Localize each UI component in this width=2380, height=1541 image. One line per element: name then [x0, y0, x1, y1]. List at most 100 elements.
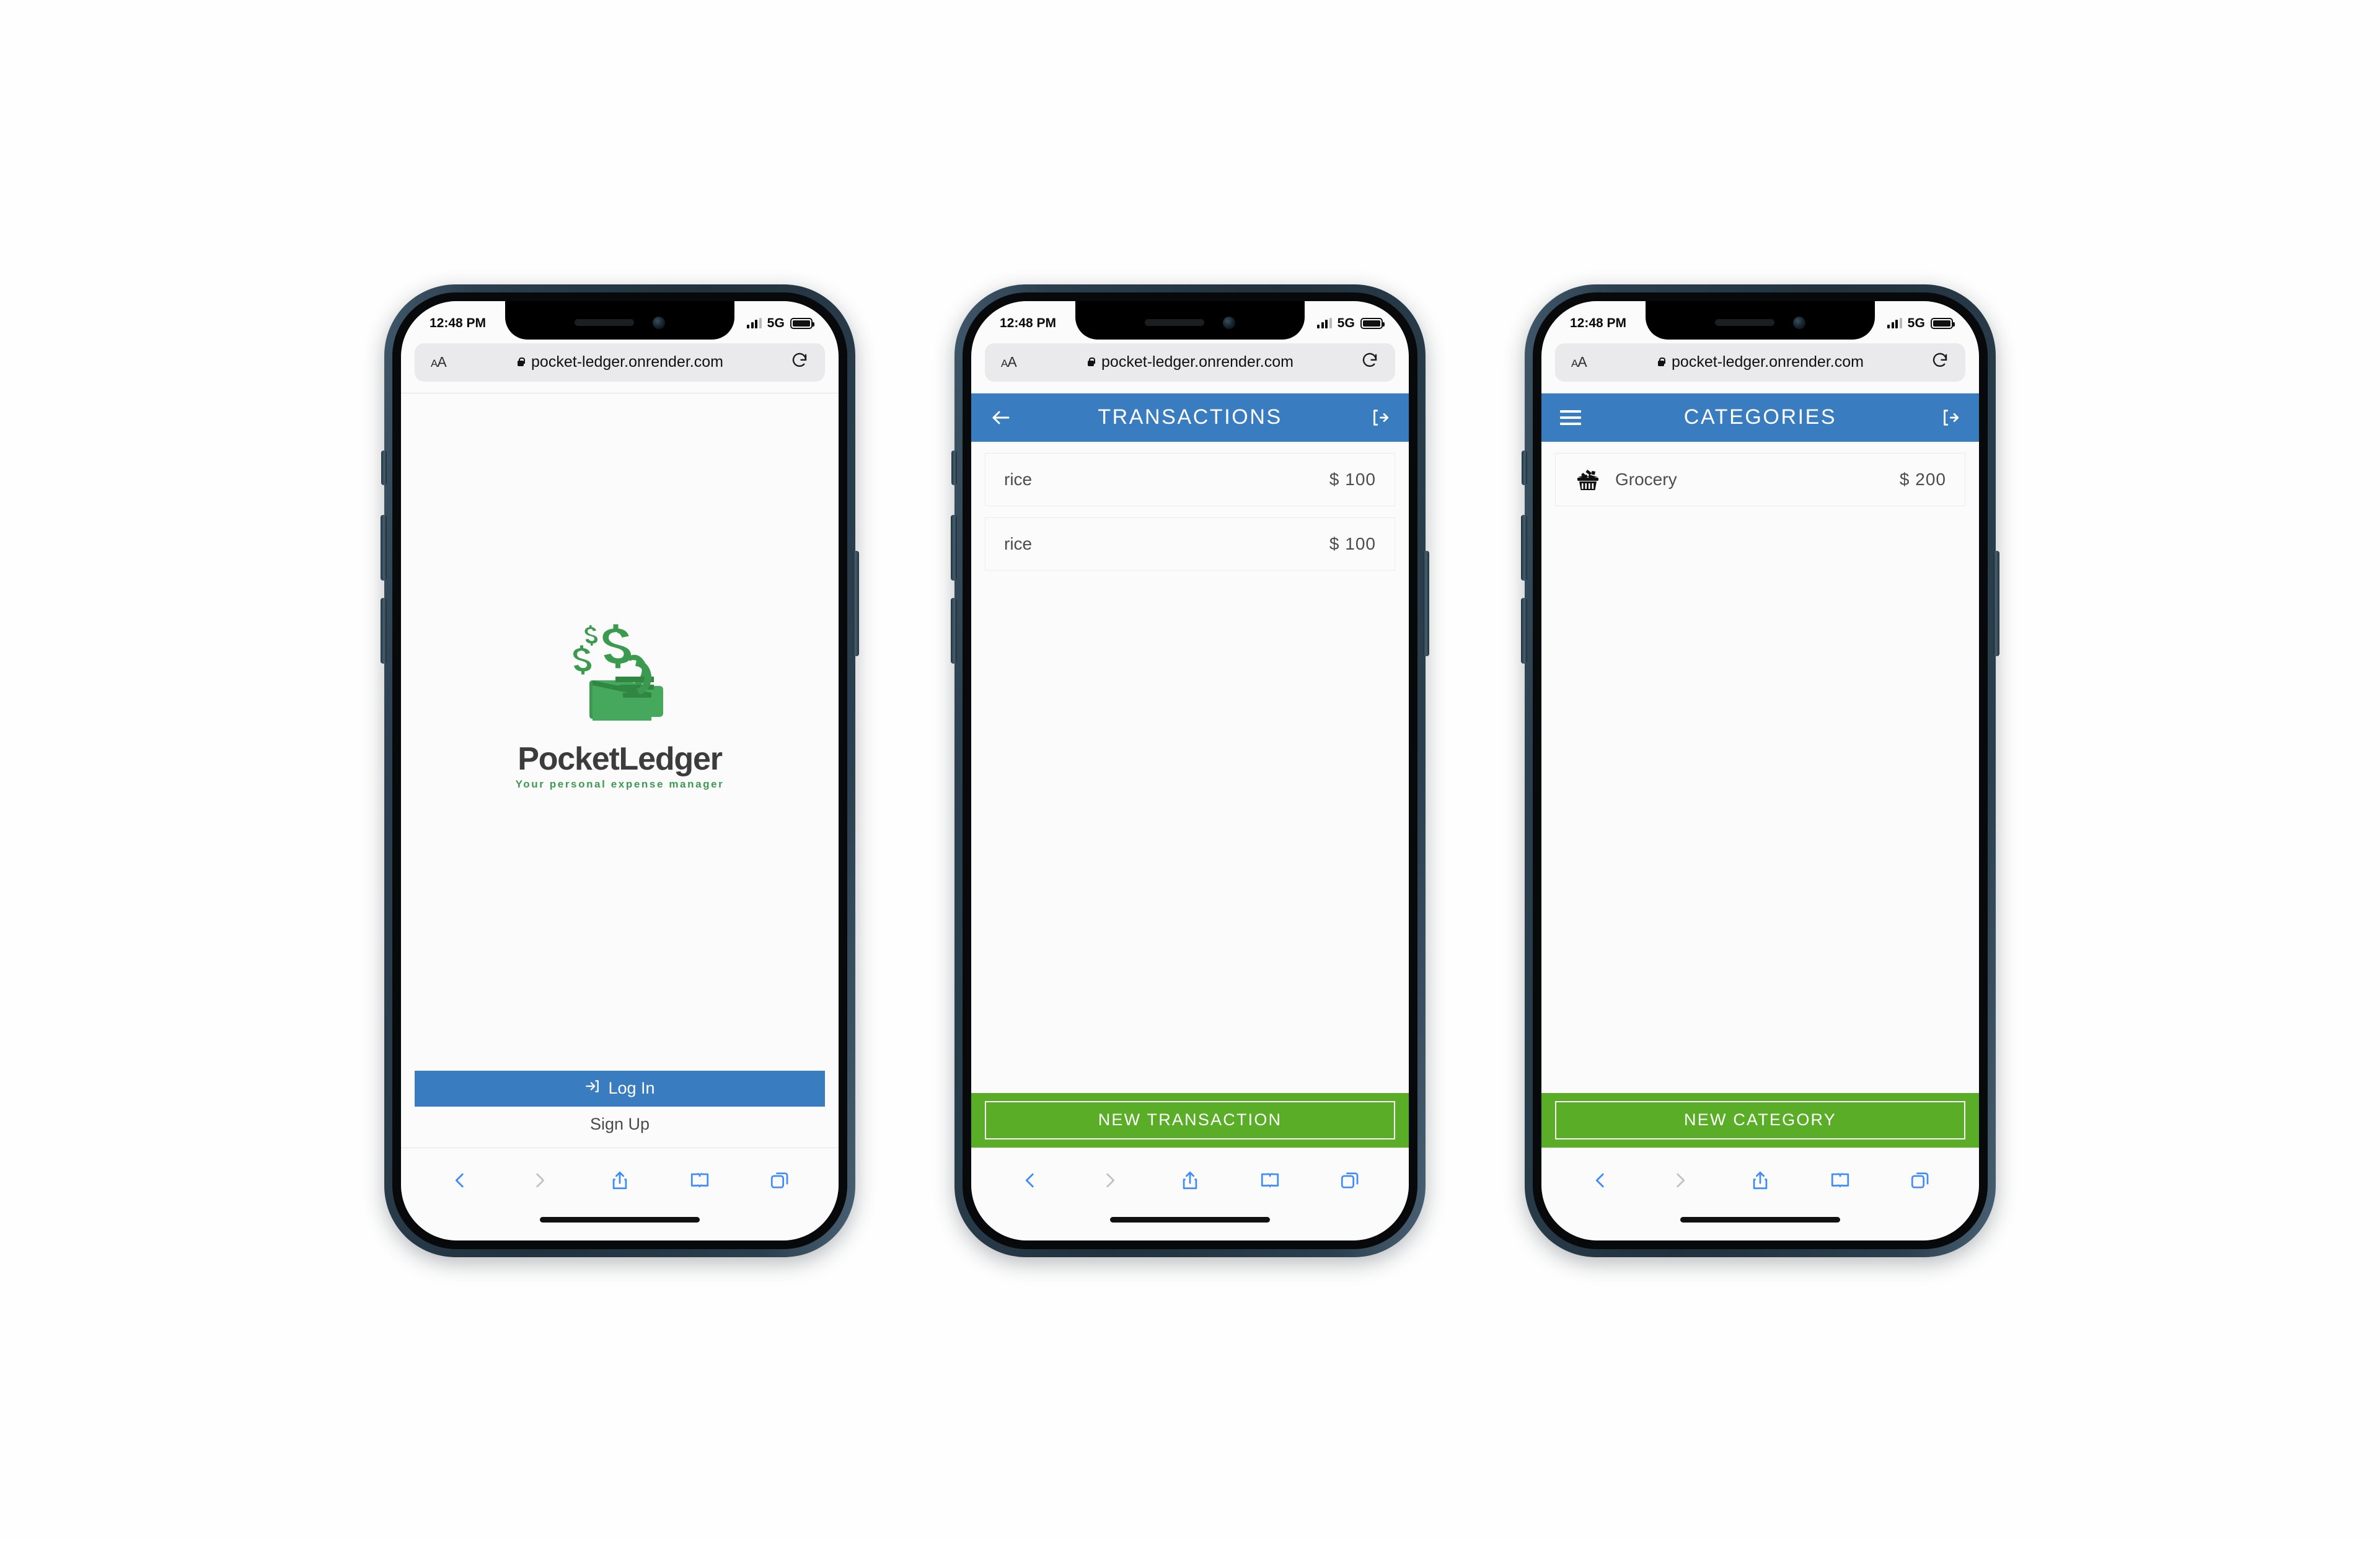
- power-button[interactable]: [853, 550, 859, 656]
- share-icon[interactable]: [1750, 1170, 1771, 1191]
- front-camera-icon: [653, 316, 665, 329]
- page-title: CATEGORIES: [1683, 405, 1837, 429]
- front-camera-icon: [1223, 316, 1235, 329]
- text-size-aa-icon[interactable]: AA: [1001, 354, 1017, 371]
- log-in-button[interactable]: Log In: [415, 1070, 825, 1107]
- address-bar-1[interactable]: AA pocket-ledger.onrender.com: [415, 343, 825, 382]
- silent-switch[interactable]: [1522, 450, 1527, 485]
- browser-back-button[interactable]: [449, 1170, 470, 1191]
- share-icon[interactable]: [1179, 1170, 1201, 1191]
- auth-actions: Log In Sign Up: [401, 1070, 839, 1148]
- brand-tagline: Your personal expense manager: [515, 778, 725, 790]
- brand-name: PocketLedger: [518, 741, 723, 777]
- phone-bezel-2: 12:48 PM 5G AA pocket-ledger.onrender.co…: [963, 292, 1417, 1249]
- safari-toolbar-3: [1541, 1147, 1979, 1213]
- status-indicators: 5G: [747, 315, 814, 331]
- status-time: 12:48 PM: [1000, 315, 1057, 330]
- signal-bars-icon: [1317, 318, 1332, 328]
- status-time: 12:48 PM: [1570, 315, 1627, 330]
- text-size-aa-icon[interactable]: AA: [1571, 354, 1587, 371]
- phone-screen-3: 12:48 PM 5G AA pocket-ledger.onrender.co…: [1541, 301, 1979, 1240]
- tabs-icon[interactable]: [769, 1170, 790, 1191]
- reload-icon[interactable]: [790, 351, 809, 373]
- signal-bars-icon: [747, 318, 762, 328]
- lock-icon: [1086, 357, 1095, 367]
- address-bar-2[interactable]: AA pocket-ledger.onrender.com: [985, 343, 1395, 382]
- status-indicators: 5G: [1317, 316, 1385, 331]
- log-in-label: Log In: [608, 1079, 655, 1097]
- notch: [1075, 301, 1305, 340]
- volume-down-button[interactable]: [951, 597, 957, 664]
- home-indicator-2: [971, 1213, 1409, 1240]
- transaction-amount: $ 100: [1329, 469, 1376, 489]
- volume-down-button[interactable]: [1521, 597, 1527, 664]
- bookmarks-book-icon[interactable]: [1259, 1170, 1280, 1191]
- volume-up-button[interactable]: [1521, 514, 1527, 581]
- browser-forward-button[interactable]: [529, 1170, 550, 1191]
- transaction-label: rice: [1004, 469, 1033, 489]
- home-indicator-3: [1541, 1213, 1979, 1240]
- hamburger-menu-icon[interactable]: [1560, 410, 1581, 425]
- power-button[interactable]: [1993, 550, 1999, 656]
- page-content-3: CATEGORIES Grocery $ 200 NEW CATEGORY: [1541, 393, 1979, 1148]
- browser-back-button[interactable]: [1020, 1170, 1041, 1191]
- sign-up-link[interactable]: Sign Up: [415, 1115, 825, 1134]
- share-icon[interactable]: [609, 1170, 630, 1191]
- page-content-1: PocketLedger Your personal expense manag…: [401, 393, 839, 1148]
- url-bar-container-3: AA pocket-ledger.onrender.com: [1541, 339, 1979, 393]
- new-transaction-button[interactable]: NEW TRANSACTION: [985, 1100, 1395, 1139]
- transaction-label: rice: [1004, 533, 1033, 553]
- volume-up-button[interactable]: [381, 514, 387, 581]
- new-transaction-band: NEW TRANSACTION: [971, 1092, 1409, 1148]
- table-row[interactable]: rice $ 100: [985, 452, 1395, 506]
- reload-icon[interactable]: [1360, 351, 1379, 373]
- url-text: pocket-ledger.onrender.com: [531, 353, 723, 371]
- bookmarks-book-icon[interactable]: [689, 1170, 710, 1191]
- phone-screen-2: 12:48 PM 5G AA pocket-ledger.onrender.co…: [971, 301, 1409, 1240]
- browser-forward-button[interactable]: [1100, 1170, 1121, 1191]
- table-row[interactable]: Grocery $ 200: [1555, 452, 1965, 506]
- power-button[interactable]: [1423, 550, 1429, 656]
- category-amount: $ 200: [1899, 469, 1946, 489]
- safari-toolbar-1: [401, 1147, 839, 1213]
- silent-switch[interactable]: [381, 450, 387, 485]
- tabs-icon[interactable]: [1339, 1170, 1360, 1191]
- address-bar-3[interactable]: AA pocket-ledger.onrender.com: [1555, 343, 1965, 382]
- browser-forward-button[interactable]: [1670, 1170, 1691, 1191]
- url-display-3: pocket-ledger.onrender.com: [1555, 353, 1965, 371]
- new-category-button[interactable]: NEW CATEGORY: [1555, 1100, 1965, 1139]
- phone-device-3: 12:48 PM 5G AA pocket-ledger.onrender.co…: [1521, 284, 1999, 1257]
- category-label: Grocery: [1615, 469, 1677, 489]
- logout-icon[interactable]: [1939, 407, 1960, 428]
- url-bar-container-1: AA pocket-ledger.onrender.com: [401, 339, 839, 393]
- text-size-aa-icon[interactable]: AA: [431, 354, 447, 371]
- volume-down-button[interactable]: [381, 597, 387, 664]
- sign-in-icon: [584, 1078, 601, 1099]
- browser-back-button[interactable]: [1590, 1170, 1611, 1191]
- battery-full-icon: [1360, 317, 1385, 329]
- shopping-basket-icon: [1574, 466, 1602, 493]
- phone-device-1: 12:48 PM 5G AA pocket-ledger.onrender.co…: [381, 284, 859, 1257]
- volume-up-button[interactable]: [951, 514, 957, 581]
- arrow-left-icon[interactable]: [990, 406, 1012, 429]
- phone-bezel-1: 12:48 PM 5G AA pocket-ledger.onrender.co…: [392, 292, 847, 1249]
- url-text: pocket-ledger.onrender.com: [1101, 353, 1294, 371]
- silent-switch[interactable]: [951, 450, 957, 485]
- speaker-grille-icon: [1715, 319, 1774, 326]
- front-camera-icon: [1793, 316, 1805, 329]
- reload-icon[interactable]: [1931, 351, 1949, 373]
- home-indicator-1: [401, 1213, 839, 1240]
- speaker-grille-icon: [575, 319, 634, 326]
- page-title: TRANSACTIONS: [1098, 405, 1282, 429]
- bookmarks-book-icon[interactable]: [1830, 1170, 1851, 1191]
- notch: [505, 301, 734, 340]
- transactions-header: TRANSACTIONS: [971, 393, 1409, 442]
- screenshot-stage: 12:48 PM 5G AA pocket-ledger.onrender.co…: [0, 0, 2380, 1541]
- categories-list: Grocery $ 200: [1541, 442, 1979, 1093]
- logo-area: PocketLedger Your personal expense manag…: [401, 393, 839, 1071]
- table-row[interactable]: rice $ 100: [985, 517, 1395, 571]
- network-label: 5G: [767, 315, 785, 330]
- battery-full-icon: [790, 317, 814, 329]
- logout-icon[interactable]: [1369, 407, 1390, 428]
- tabs-icon[interactable]: [1910, 1170, 1931, 1191]
